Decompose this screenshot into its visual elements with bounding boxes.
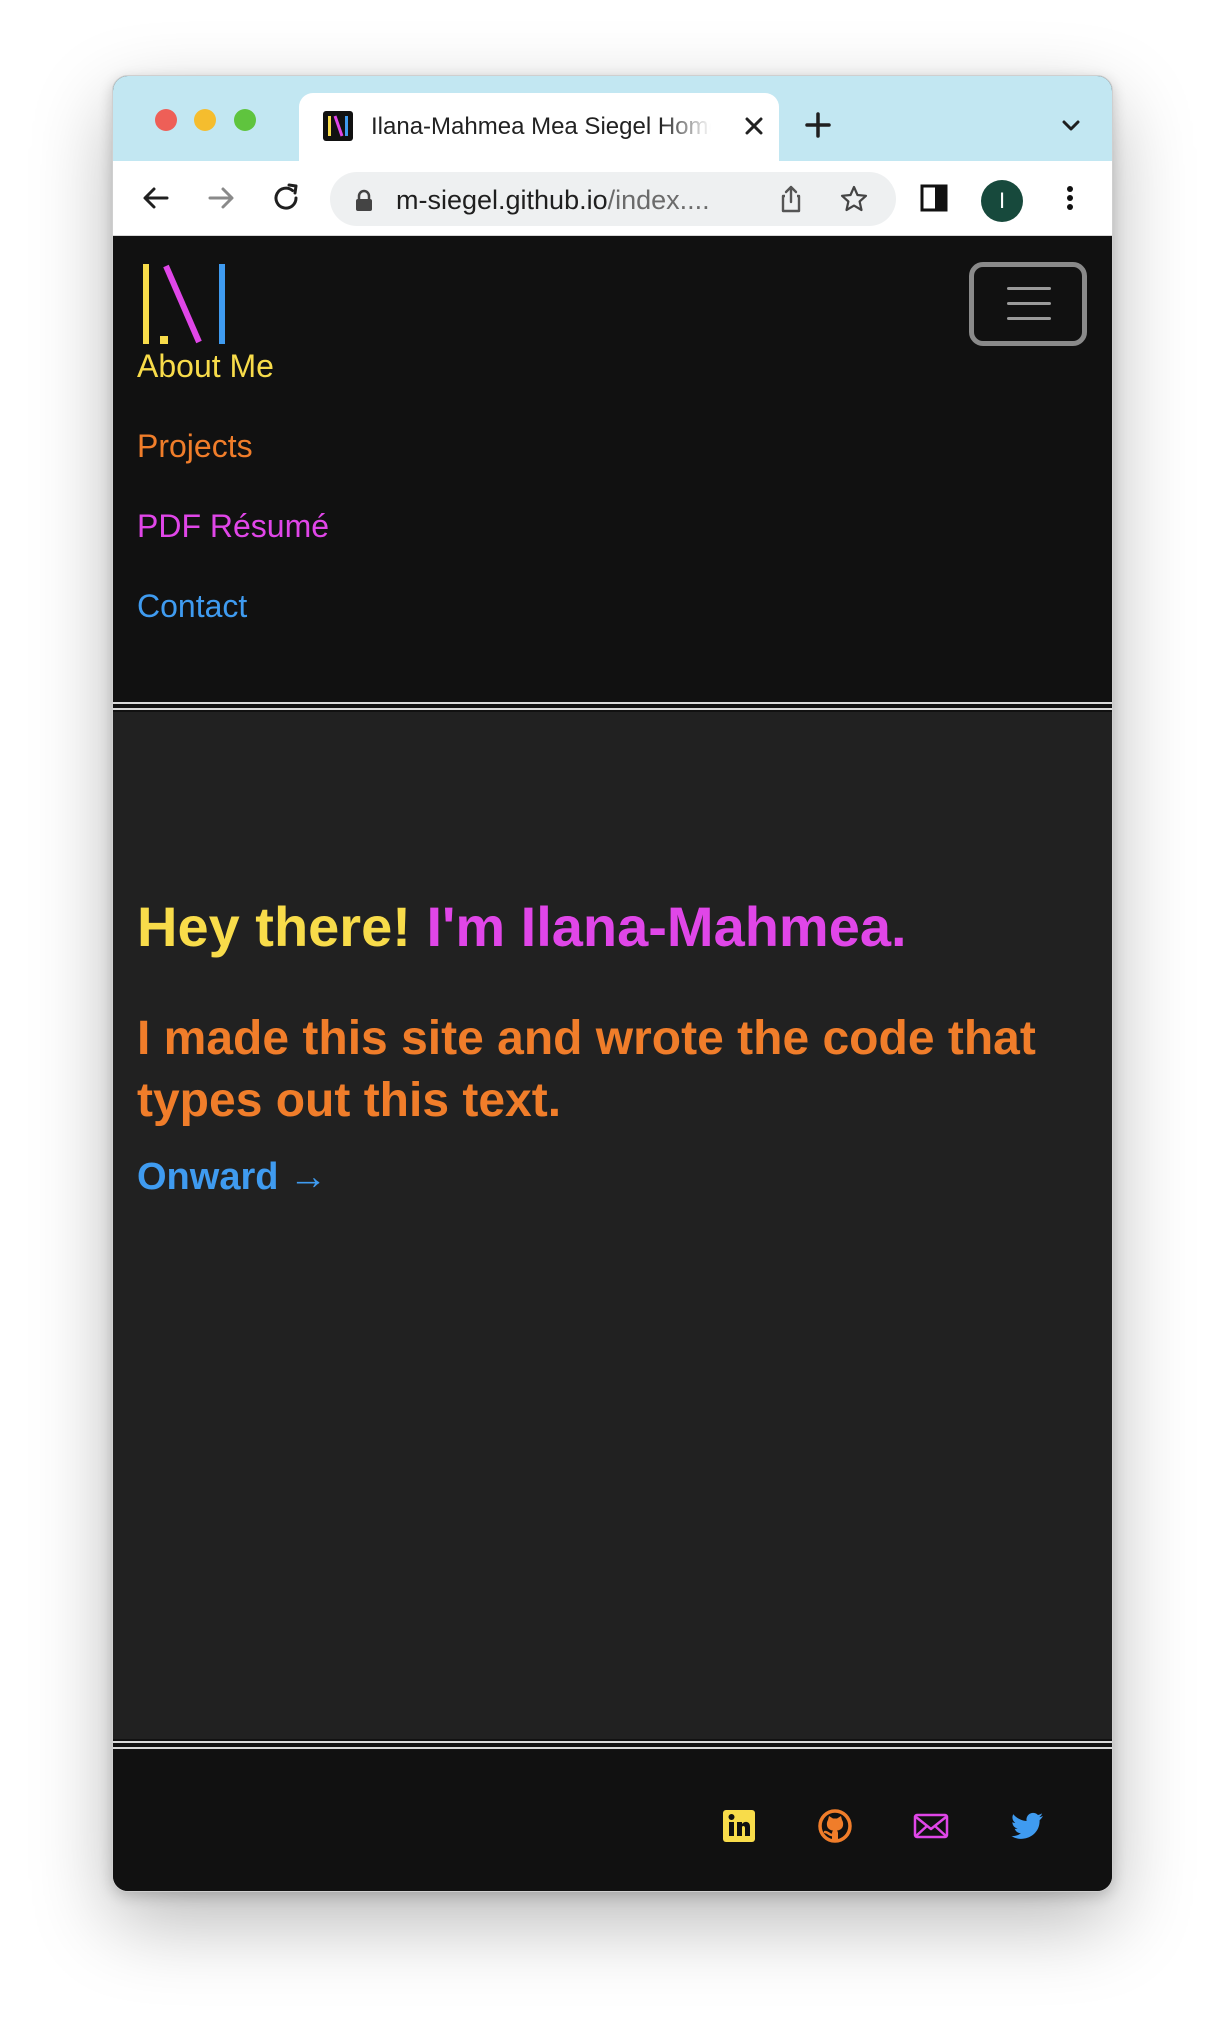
twitter-icon[interactable]	[1007, 1806, 1047, 1846]
close-tab-icon[interactable]	[739, 111, 769, 141]
linkedin-icon[interactable]	[719, 1806, 759, 1846]
nav-link-about-me[interactable]: About Me	[137, 348, 274, 385]
nav-link-pdf-resume[interactable]: PDF Résumé	[137, 508, 329, 545]
divider-line	[113, 1747, 1112, 1749]
divider-line	[113, 702, 1112, 704]
zoom-window-button[interactable]	[234, 109, 256, 131]
browser-toolbar: m-siegel.github.io/index.... I	[113, 161, 1112, 236]
forward-arrow-icon[interactable]	[204, 181, 238, 215]
new-tab-icon[interactable]	[801, 108, 835, 142]
nav-link-contact[interactable]: Contact	[137, 588, 247, 625]
site-footer	[113, 1751, 1112, 1891]
address-bar[interactable]: m-siegel.github.io/index....	[330, 172, 896, 226]
tab-strip: Ilana-Mahmea Mea Siegel Homepage	[113, 76, 1112, 161]
greeting-hey-there: Hey there!	[137, 895, 411, 958]
onward-link[interactable]: Onward →	[137, 1156, 327, 1199]
side-panel-icon[interactable]	[917, 181, 951, 215]
github-icon[interactable]	[815, 1806, 855, 1846]
site-favicon-icon	[323, 111, 353, 141]
tab-title: Ilana-Mahmea Mea Siegel Homepage	[371, 113, 711, 140]
site-logo-icon[interactable]	[139, 262, 235, 346]
webpage: About Me Projects PDF Résumé Contact Hey…	[113, 236, 1112, 1891]
back-arrow-icon[interactable]	[139, 181, 173, 215]
email-icon[interactable]	[911, 1806, 951, 1846]
tab-search-chevron-icon[interactable]	[1057, 112, 1085, 140]
nav-toggle-button[interactable]	[969, 262, 1087, 346]
url-text[interactable]: m-siegel.github.io/index....	[396, 185, 746, 215]
active-tab[interactable]: Ilana-Mahmea Mea Siegel Homepage	[299, 93, 779, 161]
nav-link-projects[interactable]: Projects	[137, 428, 253, 465]
greeting-name: I'm Ilana-Mahmea.	[426, 895, 907, 958]
reload-icon[interactable]	[269, 181, 303, 215]
lock-icon[interactable]	[354, 189, 374, 211]
more-menu-icon[interactable]	[1053, 181, 1087, 215]
divider-line	[113, 708, 1112, 710]
profile-avatar[interactable]: I	[981, 180, 1023, 222]
share-icon[interactable]	[776, 184, 806, 214]
bookmark-star-icon[interactable]	[839, 184, 869, 214]
url-host: m-siegel.github.io	[396, 185, 608, 215]
hero-subtitle: I made this site and wrote the code that…	[137, 1012, 1036, 1127]
hero-greeting: Hey there! I'm Ilana-Mahmea.	[137, 894, 1087, 959]
close-window-button[interactable]	[155, 109, 177, 131]
hero-section: Hey there! I'm Ilana-Mahmea. I made this…	[113, 712, 1112, 1739]
minimize-window-button[interactable]	[194, 109, 216, 131]
url-path: /index....	[607, 185, 710, 215]
divider-line	[113, 1741, 1112, 1743]
site-navbar: About Me Projects PDF Résumé Contact	[113, 236, 1112, 702]
browser-window: Ilana-Mahmea Mea Siegel Homepage	[112, 75, 1113, 1892]
